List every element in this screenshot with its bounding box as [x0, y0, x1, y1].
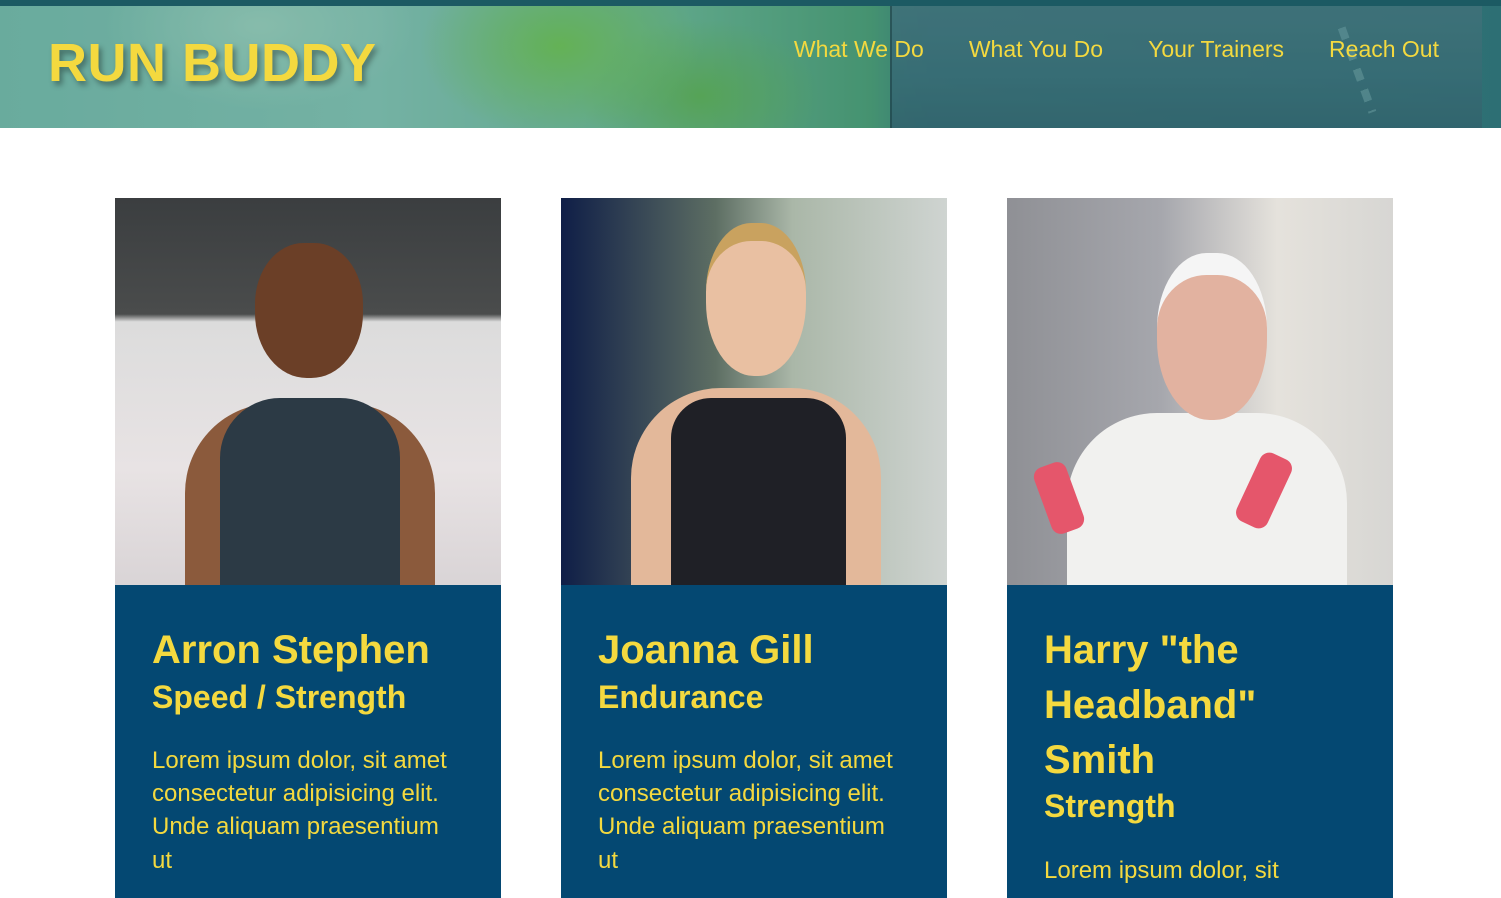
trainer-info: Joanna Gill Endurance Lorem ipsum dolor,… [561, 585, 947, 877]
trainer-figure [561, 198, 947, 585]
trainer-tank-top [220, 398, 400, 585]
nav-link-what-you-do[interactable]: What You Do [969, 36, 1103, 64]
trainer-name: Arron Stephen [152, 628, 430, 672]
nav-link-reach-out[interactable]: Reach Out [1329, 36, 1439, 64]
trainer-bio: Lorem ipsum dolor, sit amet consectetur … [152, 747, 447, 874]
trainer-info: Arron Stephen Speed / Strength Lorem ips… [115, 585, 501, 877]
trainer-name: Harry "the Headband" Smith [1044, 628, 1257, 782]
nav-link-your-trainers[interactable]: Your Trainers [1148, 36, 1284, 64]
trainer-figure [1007, 198, 1393, 585]
trainer-photo [115, 198, 501, 585]
nav-link-what-we-do[interactable]: What We Do [794, 36, 924, 64]
trainers-section: Arron Stephen Speed / Strength Lorem ips… [115, 198, 1393, 898]
trainer-head [255, 243, 363, 378]
site-logo[interactable]: RUN BUDDY [48, 36, 377, 90]
trainer-card: Arron Stephen Speed / Strength Lorem ips… [115, 198, 501, 898]
trainer-tank-top [1067, 413, 1347, 585]
trainer-card: Harry "the Headband" Smith Strength Lore… [1007, 198, 1393, 898]
trainer-photo [1007, 198, 1393, 585]
trainer-bio: Lorem ipsum dolor, sit amet consectetur … [598, 747, 893, 874]
trainer-photo [561, 198, 947, 585]
trainer-bio: Lorem ipsum dolor, sit [1044, 856, 1279, 884]
site-header: RUN BUDDY What We Do What You Do Your Tr… [0, 0, 1501, 128]
trainer-specialty: Strength [1044, 788, 1176, 825]
main-nav: What We Do What You Do Your Trainers Rea… [794, 36, 1439, 64]
trainer-name: Joanna Gill [598, 628, 814, 672]
trainer-figure [115, 198, 501, 585]
trainer-specialty: Endurance [598, 678, 764, 715]
trainer-card: Joanna Gill Endurance Lorem ipsum dolor,… [561, 198, 947, 898]
trainer-head [706, 223, 806, 376]
trainer-tank-top [671, 398, 846, 585]
trainer-info: Harry "the Headband" Smith Strength Lore… [1007, 585, 1393, 887]
trainer-specialty: Speed / Strength [152, 678, 407, 715]
trainer-head [1157, 253, 1267, 420]
